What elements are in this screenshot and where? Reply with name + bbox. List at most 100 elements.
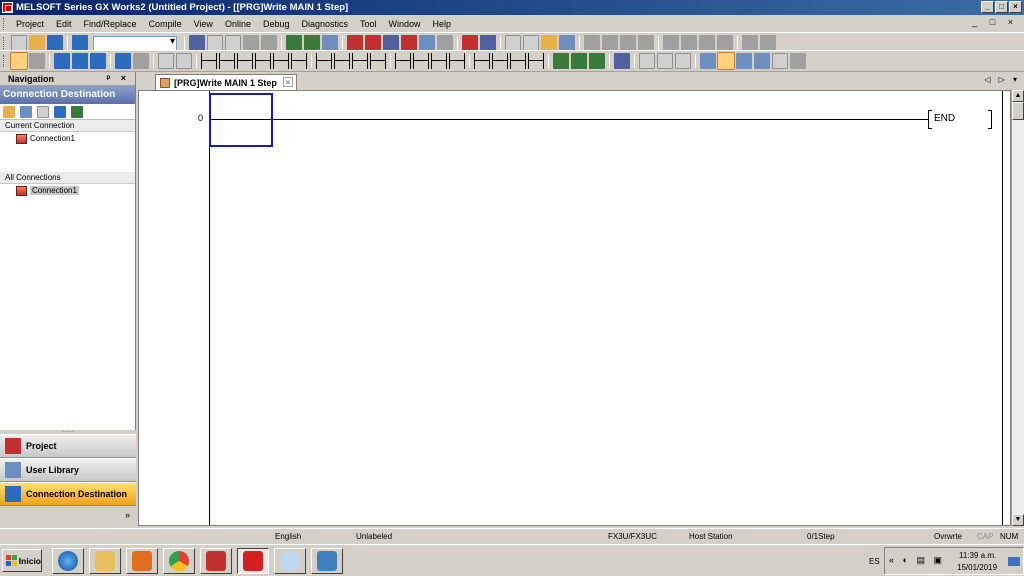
delete-vertical-line-icon[interactable] <box>370 53 386 69</box>
input-language[interactable]: ES <box>869 557 880 566</box>
current-connection-item[interactable]: Connection1 <box>0 132 135 145</box>
ladder-editor[interactable]: 0 END <box>138 90 1011 526</box>
operation-result-rising-icon[interactable] <box>474 53 490 69</box>
menu-tool[interactable]: Tool <box>354 19 383 29</box>
verify-plc-icon[interactable] <box>365 35 381 51</box>
navigation-pin-close[interactable]: ᵖ × <box>107 73 130 83</box>
taskbar-media-player[interactable] <box>126 548 158 574</box>
statement-icon[interactable] <box>639 53 655 69</box>
menu-diagnostics[interactable]: Diagnostics <box>295 19 354 29</box>
navigation-window-icon[interactable] <box>54 53 70 69</box>
mdi-controls[interactable]: _ □ × <box>972 17 1018 27</box>
save-icon[interactable] <box>47 35 63 51</box>
menu-project[interactable]: Project <box>10 19 50 29</box>
convert-icon[interactable] <box>553 53 569 69</box>
menu-window[interactable]: Window <box>383 19 427 29</box>
taskbar-image-viewer[interactable] <box>311 548 343 574</box>
invert-result-icon[interactable] <box>510 53 526 69</box>
write-to-plc-icon[interactable] <box>322 35 338 51</box>
minimize-button[interactable]: _ <box>981 1 994 13</box>
toolbar-grip[interactable] <box>3 55 6 67</box>
tab-navigation-arrows[interactable]: ◁ ▷ ▾ <box>984 75 1020 84</box>
watch-window-icon[interactable] <box>115 53 131 69</box>
find-contact-icon[interactable] <box>699 35 715 51</box>
compile-all-icon[interactable] <box>304 35 320 51</box>
find-instruction-icon[interactable] <box>681 35 697 51</box>
undo-icon[interactable] <box>243 35 259 51</box>
nav-more-chevron-icon[interactable]: » <box>125 510 130 520</box>
monitor-watch-icon[interactable] <box>736 53 752 69</box>
compile-icon[interactable] <box>286 35 302 51</box>
monitor-mode-icon[interactable] <box>419 35 435 51</box>
start-button[interactable]: Inicio <box>2 549 42 572</box>
cross-reference-icon[interactable] <box>717 35 733 51</box>
find-device-icon[interactable] <box>663 35 679 51</box>
device-test-icon[interactable] <box>480 35 496 51</box>
copy-icon[interactable] <box>207 35 223 51</box>
ladder-monitor-icon[interactable] <box>638 35 654 51</box>
nav-button-project[interactable]: Project <box>0 434 136 458</box>
all-connections-item[interactable]: Connection1 <box>0 184 135 197</box>
tab-prg-write-main[interactable]: [PRG]Write MAIN 1 Step × <box>155 74 297 90</box>
taskbar-toolbox[interactable] <box>200 548 232 574</box>
paste-icon[interactable] <box>225 35 241 51</box>
output-window-icon[interactable] <box>90 53 106 69</box>
close-button[interactable]: × <box>1009 1 1022 13</box>
zoom-out-icon[interactable] <box>700 53 716 69</box>
parallel-closed-contact-icon[interactable] <box>255 53 271 69</box>
nav-button-user-library[interactable]: User Library <box>0 458 136 482</box>
toolbar-combo[interactable] <box>93 35 177 51</box>
taskbar-gx-works2[interactable] <box>237 548 269 574</box>
parallel-open-contact-icon[interactable] <box>219 53 235 69</box>
ladder-write-mode-icon[interactable] <box>620 35 636 51</box>
tray-icons[interactable]: « ◐ ▤ ▣ <box>889 555 945 566</box>
open-contact-icon[interactable] <box>201 53 217 69</box>
monitor-start-icon[interactable] <box>383 35 399 51</box>
device-display-icon[interactable] <box>754 53 770 69</box>
menu-find-replace[interactable]: Find/Replace <box>78 19 143 29</box>
application-instruction-icon[interactable] <box>291 53 307 69</box>
statement-edit-icon[interactable] <box>760 35 776 51</box>
menu-compile[interactable]: Compile <box>143 19 188 29</box>
help-icon[interactable] <box>72 35 88 51</box>
monitor-write-icon[interactable] <box>437 35 453 51</box>
read-from-plc-icon[interactable] <box>347 35 363 51</box>
taskbar-chrome[interactable] <box>163 548 195 574</box>
tab-close-icon[interactable]: × <box>283 77 293 87</box>
new-connection-icon[interactable] <box>3 105 15 118</box>
delete-horizontal-line-icon[interactable] <box>352 53 368 69</box>
project-view-icon[interactable] <box>10 52 28 70</box>
scroll-down-arrow-icon[interactable]: ▼ <box>1012 514 1024 526</box>
io-view-icon[interactable] <box>29 53 45 69</box>
diagnostics-icon[interactable] <box>541 35 557 51</box>
parallel-falling-pulse-icon[interactable] <box>449 53 465 69</box>
menu-view[interactable]: View <box>188 19 219 29</box>
paste-connection-icon[interactable] <box>37 105 49 118</box>
watch-icon[interactable] <box>505 35 521 51</box>
menu-debug[interactable]: Debug <box>257 19 296 29</box>
label-icon[interactable] <box>675 53 691 69</box>
ladder-edit-mode-icon[interactable] <box>717 52 735 70</box>
help-context-icon[interactable] <box>158 53 174 69</box>
element-selection-icon[interactable] <box>72 53 88 69</box>
device-batch-icon[interactable] <box>462 35 478 51</box>
menu-help[interactable]: Help <box>427 19 458 29</box>
maximize-button[interactable]: □ <box>995 1 1008 13</box>
find-icon[interactable] <box>133 53 149 69</box>
cut-icon[interactable] <box>189 35 205 51</box>
horizontal-line-icon[interactable] <box>316 53 332 69</box>
coil-icon[interactable] <box>273 53 289 69</box>
note-icon[interactable] <box>657 53 673 69</box>
menu-edit[interactable]: Edit <box>50 19 78 29</box>
refresh-connection-icon[interactable] <box>71 105 83 118</box>
device-comment-icon[interactable] <box>614 53 630 69</box>
taskbar-paint[interactable] <box>274 548 306 574</box>
menubar-grip[interactable] <box>3 17 6 30</box>
zoom-icon[interactable] <box>790 53 806 69</box>
nav-button-connection-destination[interactable]: Connection Destination <box>0 482 136 506</box>
copy-connection-icon[interactable] <box>20 105 32 118</box>
scroll-up-arrow-icon[interactable]: ▲ <box>1012 90 1024 102</box>
comment-edit-icon[interactable] <box>742 35 758 51</box>
clock-time[interactable]: 11:39 a.m. <box>959 551 996 560</box>
binoculars-icon[interactable] <box>176 53 192 69</box>
